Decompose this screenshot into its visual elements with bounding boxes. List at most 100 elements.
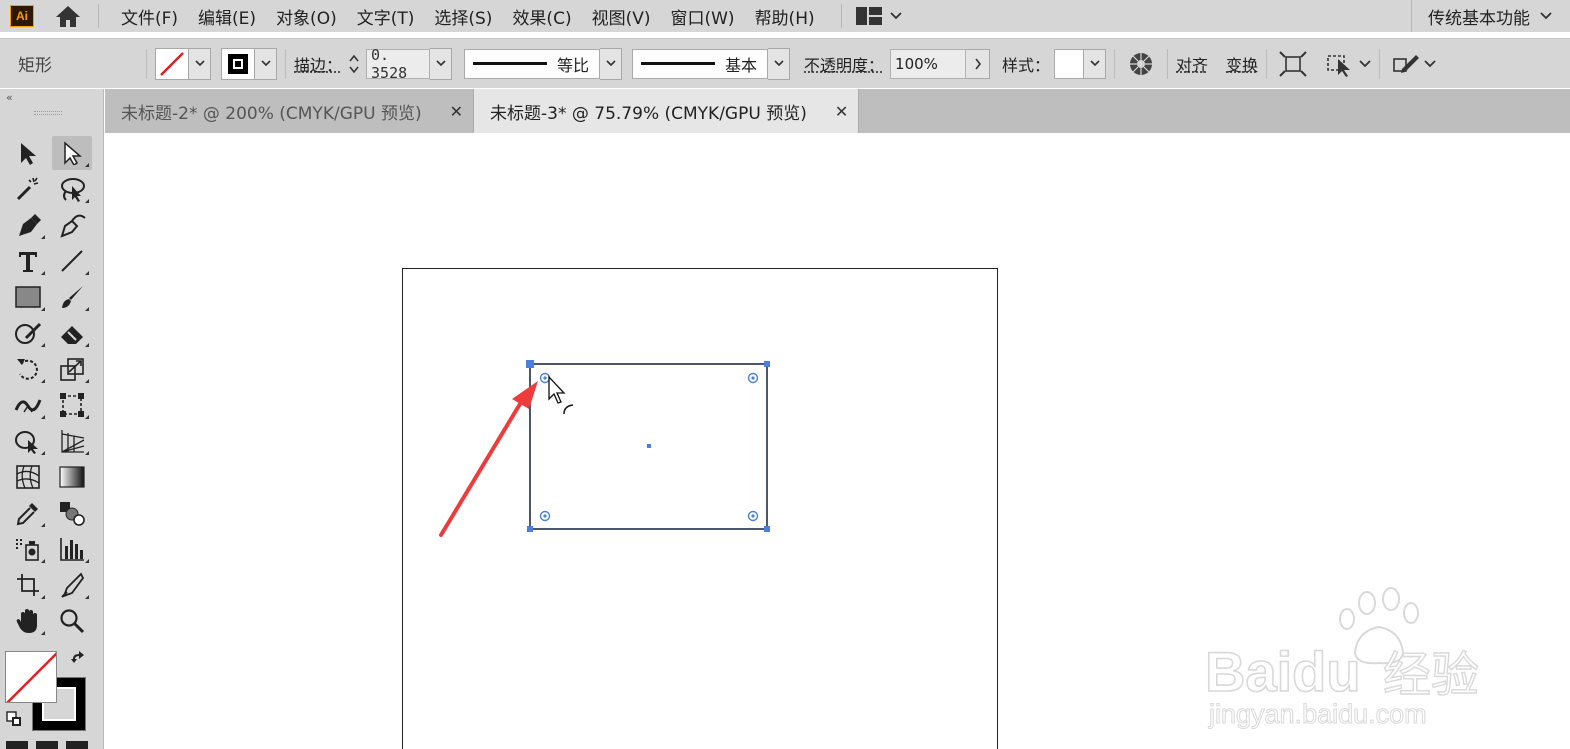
fill-dropdown[interactable] — [189, 47, 211, 80]
puppet-warp-button[interactable] — [1388, 46, 1424, 82]
menu-divider — [840, 4, 842, 28]
opacity-slider-button[interactable] — [966, 48, 991, 79]
column-graph-tool-icon[interactable] — [52, 532, 92, 566]
tab-document-2[interactable]: 未标题-2* @ 200% (CMYK/GPU 预览) ✕ — [105, 89, 475, 133]
blend-tool-icon[interactable] — [52, 496, 92, 530]
stroke-weight-input[interactable]: 0. 3528 — [366, 46, 431, 82]
transform-link[interactable]: 变换 — [1226, 52, 1258, 76]
menu-type[interactable]: 文字(T) — [347, 4, 425, 29]
variable-width-profile[interactable]: 等比 — [464, 48, 601, 79]
stroke-weight-stepper[interactable] — [342, 48, 366, 80]
artboard-tool-icon[interactable] — [8, 568, 48, 602]
close-icon[interactable]: ✕ — [835, 102, 848, 121]
fill-swatch[interactable] — [155, 47, 189, 80]
eraser-tool-icon[interactable] — [52, 316, 92, 350]
align-link[interactable]: 对齐 — [1176, 52, 1208, 76]
none-swatch-icon — [160, 51, 184, 76]
menu-edit[interactable]: 编辑(E) — [188, 4, 266, 29]
brush-definition[interactable]: 基本 — [632, 48, 769, 79]
pen-tool-icon[interactable] — [8, 208, 48, 242]
chevron-down-icon[interactable] — [1424, 59, 1436, 68]
menu-file[interactable]: 文件(F) — [111, 4, 188, 29]
workspace-switcher[interactable]: 传统基本功能 — [1411, 0, 1552, 32]
home-icon[interactable] — [54, 2, 82, 30]
live-corner-widget[interactable] — [539, 372, 551, 384]
rectangle-tool-icon[interactable] — [8, 280, 48, 314]
fill-color-box[interactable] — [5, 651, 57, 703]
document-canvas[interactable]: Baidu 经验 jingyan.baidu.com — [105, 133, 1570, 749]
graphic-style-dropdown[interactable] — [1084, 48, 1107, 79]
line-segment-tool-icon[interactable] — [52, 244, 92, 278]
menu-view[interactable]: 视图(V) — [582, 4, 661, 29]
anchor-point-top-left[interactable] — [526, 360, 534, 368]
width-tool-icon[interactable] — [8, 388, 48, 422]
rotate-tool-icon[interactable] — [8, 352, 48, 386]
opacity-label[interactable]: 不透明度： — [804, 52, 884, 76]
anchor-point-bottom-right[interactable] — [764, 526, 770, 532]
document-tabs: 未标题-2* @ 200% (CMYK/GPU 预览) ✕ 未标题-3* @ 7… — [105, 89, 1570, 133]
layout-grid-icon — [855, 7, 882, 25]
magic-wand-tool-icon[interactable] — [8, 172, 48, 206]
collapse-panel-icon[interactable]: « — [6, 91, 13, 104]
gradient-button[interactable] — [36, 741, 58, 749]
stroke-label[interactable]: 描边： — [294, 52, 342, 76]
select-similar-button[interactable] — [1323, 46, 1359, 82]
tab-document-3[interactable]: 未标题-3* @ 75.79% (CMYK/GPU 预览) ✕ — [474, 89, 860, 133]
arrange-documents-button[interactable] — [855, 7, 902, 25]
divider — [1167, 48, 1169, 79]
chevron-down-icon — [605, 60, 616, 67]
zoom-tool-icon[interactable] — [52, 604, 92, 638]
direct-selection-tool-icon[interactable] — [52, 136, 92, 170]
shape-builder-tool-icon[interactable] — [8, 424, 48, 458]
chevron-down-icon — [435, 60, 446, 67]
mesh-tool-icon[interactable] — [8, 460, 48, 494]
live-corner-widget[interactable] — [539, 510, 551, 522]
eyedropper-tool-icon[interactable] — [8, 496, 48, 530]
curvature-tool-icon[interactable] — [52, 208, 92, 242]
divider — [1266, 48, 1268, 79]
menu-help[interactable]: 帮助(H) — [745, 4, 825, 29]
menu-effect[interactable]: 效果(C) — [502, 4, 581, 29]
perspective-grid-tool-icon[interactable] — [52, 424, 92, 458]
stroke-dropdown[interactable] — [255, 47, 277, 80]
none-button[interactable] — [66, 741, 88, 749]
symbol-sprayer-tool-icon[interactable] — [8, 532, 48, 566]
stepper-arrows-icon — [349, 54, 359, 73]
stroke-swatch[interactable] — [221, 47, 255, 80]
type-tool-icon[interactable] — [8, 244, 48, 278]
shaper-tool-icon[interactable] — [8, 316, 48, 350]
hand-tool-icon[interactable] — [8, 604, 48, 638]
slice-tool-icon[interactable] — [52, 568, 92, 602]
anchor-point-top-right[interactable] — [764, 361, 770, 367]
control-bar: 矩形 描边： 0. 3528 等比 基本 不透明度： 100% 样式： 对齐 变… — [0, 38, 1570, 88]
pen-edit-icon — [1393, 54, 1420, 73]
default-fill-stroke-icon[interactable] — [6, 711, 24, 731]
chevron-down-icon — [1540, 12, 1552, 20]
menu-window[interactable]: 窗口(W) — [660, 4, 744, 29]
profile-dropdown[interactable] — [600, 47, 623, 80]
scale-tool-icon[interactable] — [52, 352, 92, 386]
live-corner-widget[interactable] — [747, 372, 759, 384]
swap-fill-stroke-icon[interactable] — [70, 651, 88, 673]
graphic-style-swatch[interactable] — [1054, 48, 1085, 79]
recolor-artwork-button[interactable] — [1123, 46, 1159, 82]
gradient-tool-icon[interactable] — [52, 460, 92, 494]
free-transform-tool-icon[interactable] — [52, 388, 92, 422]
chevron-down-icon[interactable] — [1359, 59, 1371, 68]
menu-select[interactable]: 选择(S) — [424, 4, 502, 29]
annotation-arrow — [439, 381, 538, 537]
brush-dropdown[interactable] — [768, 47, 791, 80]
close-icon[interactable]: ✕ — [450, 102, 463, 121]
menu-object[interactable]: 对象(O) — [266, 4, 347, 29]
opacity-input[interactable]: 100% — [890, 48, 967, 79]
panel-grip[interactable] — [34, 111, 62, 115]
isolate-group-button[interactable] — [1275, 46, 1311, 82]
chevron-down-icon — [260, 60, 271, 67]
paintbrush-tool-icon[interactable] — [52, 280, 92, 314]
color-button[interactable] — [6, 741, 28, 749]
anchor-point-bottom-left[interactable] — [527, 526, 533, 532]
selection-tool-icon[interactable] — [8, 136, 48, 170]
stroke-weight-dropdown[interactable] — [430, 47, 453, 80]
lasso-tool-icon[interactable] — [52, 172, 92, 206]
live-corner-widget[interactable] — [747, 510, 759, 522]
